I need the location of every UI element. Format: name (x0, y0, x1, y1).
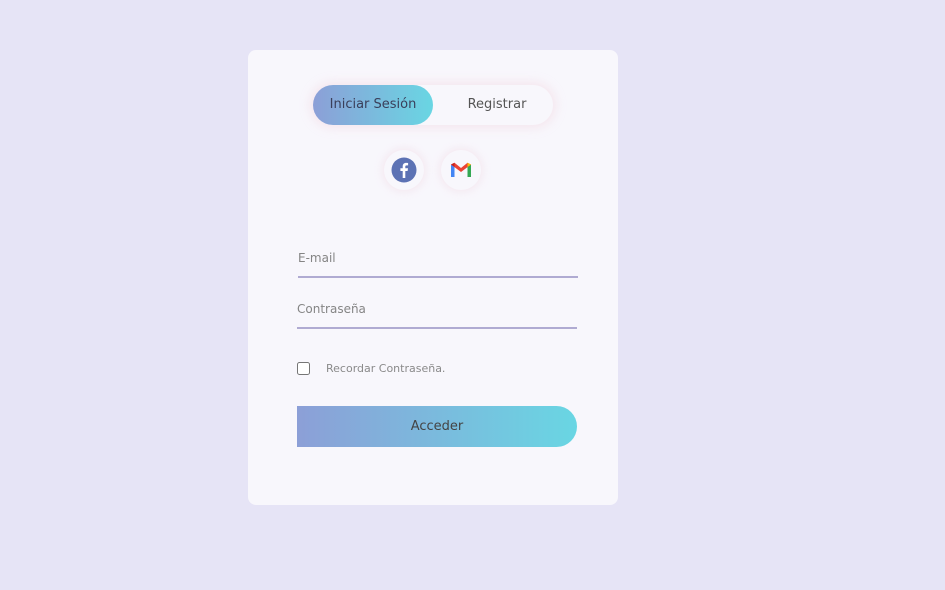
tab-register[interactable]: Registrar (433, 85, 561, 125)
email-field[interactable] (298, 240, 578, 278)
auth-tab-toggle: Iniciar Sesión Registrar (313, 85, 553, 125)
submit-button[interactable]: Acceder (297, 406, 577, 447)
gmail-icon (451, 162, 471, 177)
facebook-icon (391, 157, 417, 183)
tab-login[interactable]: Iniciar Sesión (313, 85, 433, 125)
remember-password-row: Recordar Contraseña. (297, 362, 445, 375)
login-card: Iniciar Sesión Registrar Recordar Contra… (248, 50, 618, 505)
remember-password-checkbox[interactable] (297, 362, 310, 375)
gmail-login-button[interactable] (441, 150, 481, 190)
remember-password-label: Recordar Contraseña. (326, 362, 446, 375)
facebook-login-button[interactable] (384, 150, 424, 190)
password-field[interactable] (297, 291, 577, 329)
